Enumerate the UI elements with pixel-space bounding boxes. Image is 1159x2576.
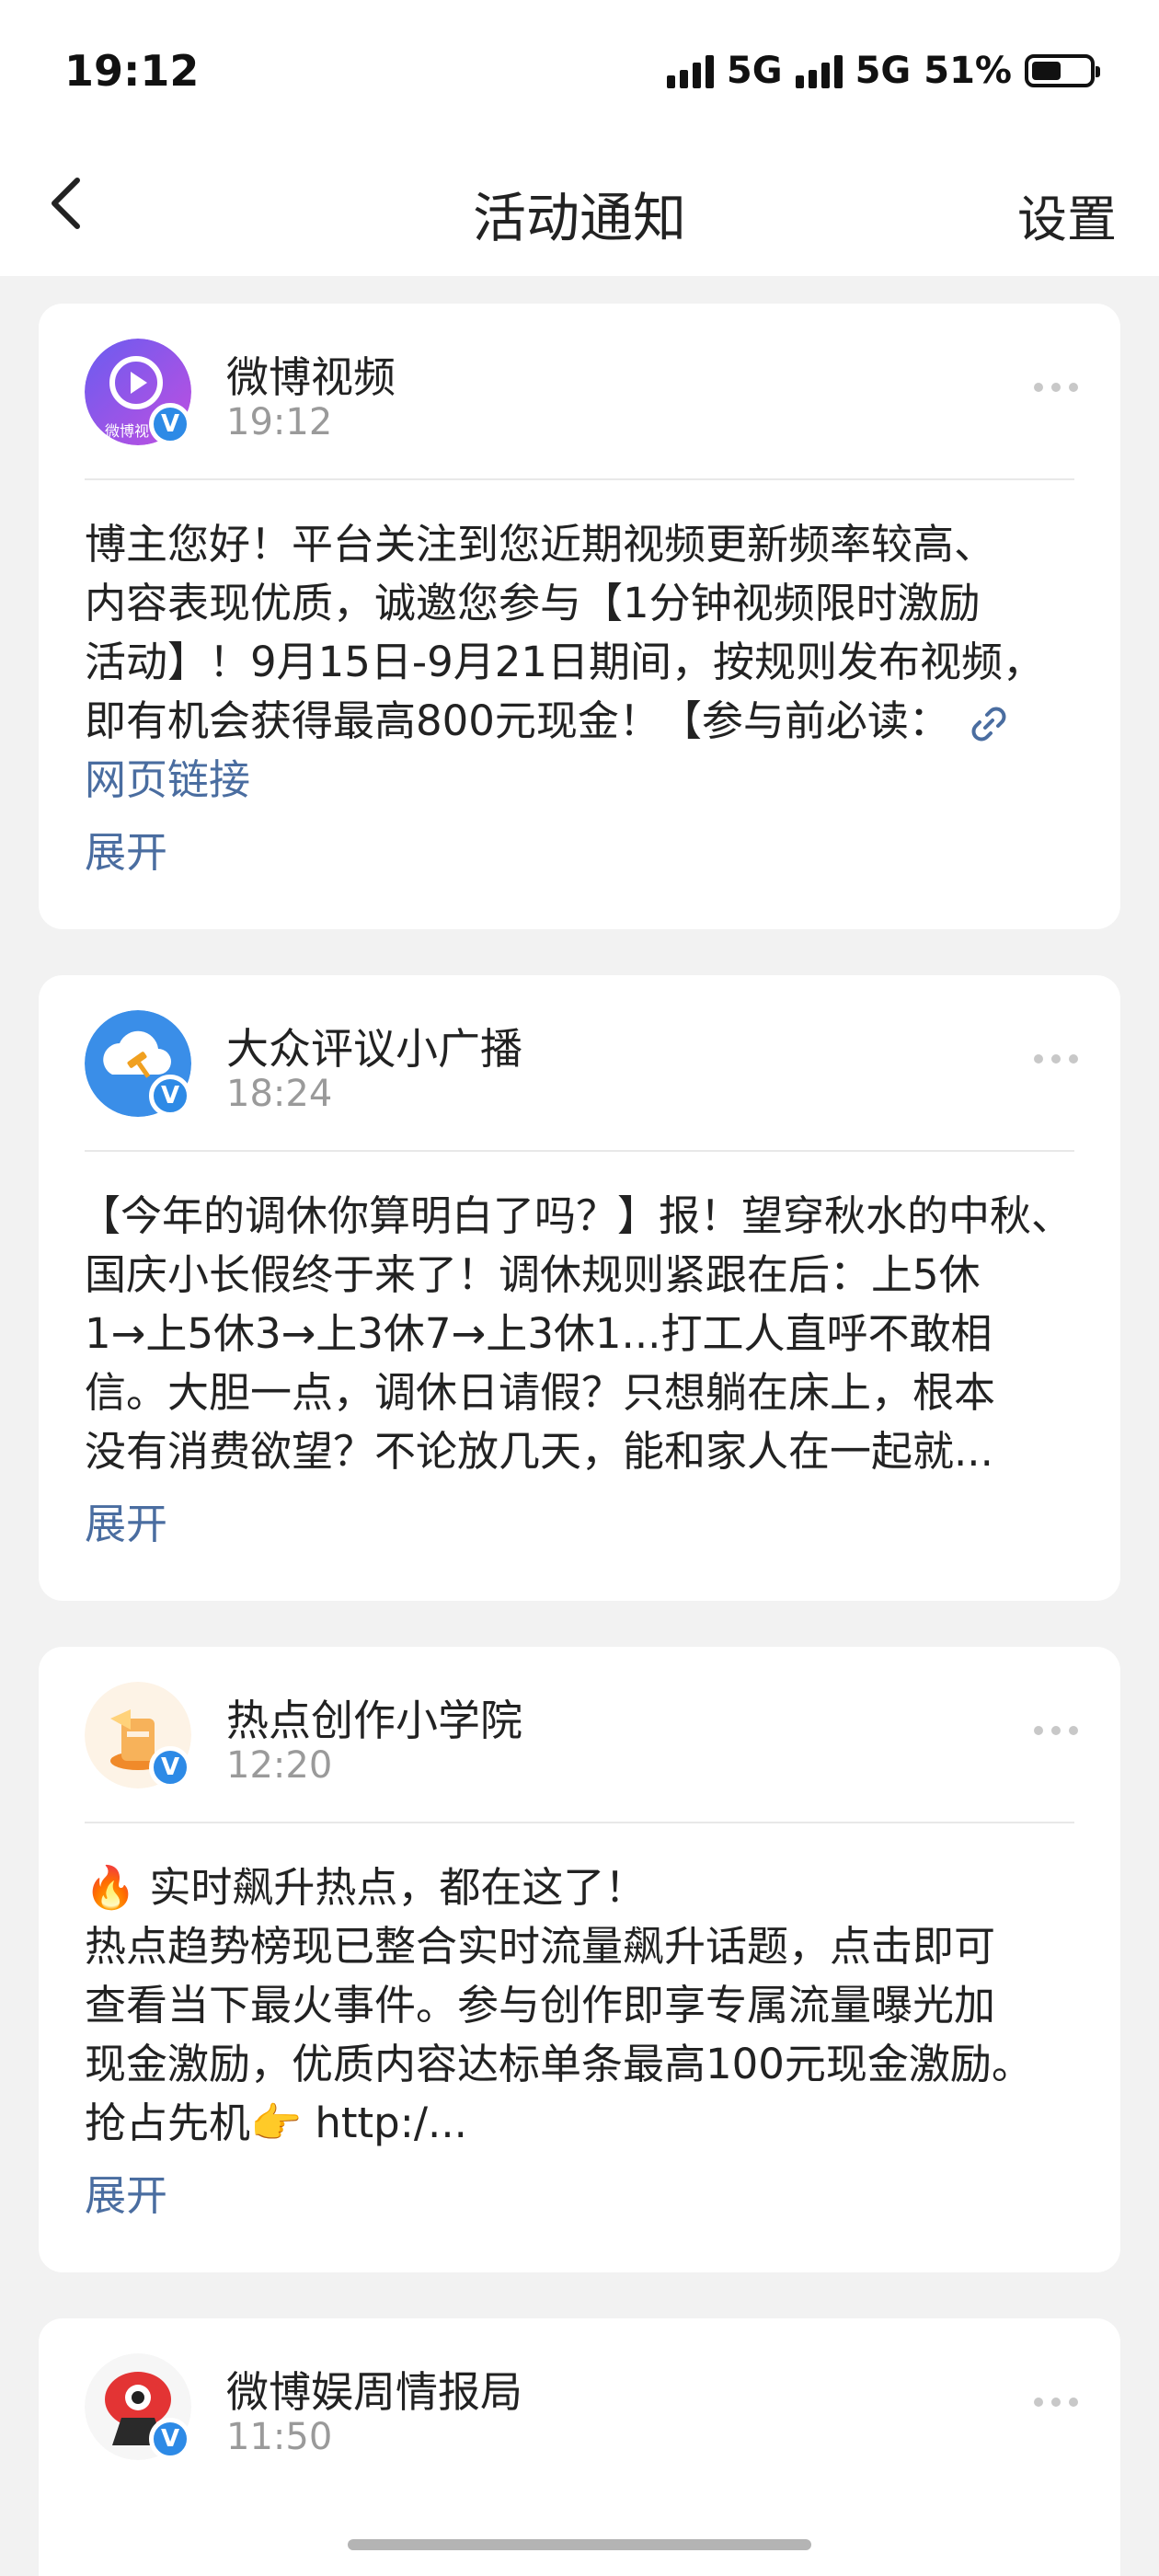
divider xyxy=(85,1150,1074,1152)
timestamp: 11:50 xyxy=(226,2416,333,2458)
verified-badge-icon: V xyxy=(149,1746,191,1788)
message-line: 即有机会获得最高800元现金！【参与前必读： xyxy=(85,696,950,745)
battery-percent: 51% xyxy=(924,50,1012,92)
message-line: 现金激励，优质内容达标单条最高100元现金激励。 xyxy=(85,2040,1033,2088)
status-time: 19:12 xyxy=(64,46,200,96)
expand-button[interactable]: 展开 xyxy=(85,1490,167,1550)
verified-badge-icon: V xyxy=(149,403,191,445)
expand-button[interactable]: 展开 xyxy=(85,819,167,879)
network-label-1: 5G xyxy=(726,50,783,92)
timestamp: 18:24 xyxy=(226,1073,333,1115)
verified-badge-icon: V xyxy=(149,1075,191,1117)
notification-card[interactable]: V 热点创作小学院 12:20 🔥 实时飙升热点，都在这了！ 热点趋势榜现已整合… xyxy=(39,1647,1120,2272)
signal-icon xyxy=(666,53,714,88)
sender-name[interactable]: 微博视频 xyxy=(226,344,396,405)
expand-button[interactable]: 展开 xyxy=(85,2162,167,2222)
more-icon[interactable] xyxy=(1034,1054,1078,1064)
status-bar: 19:12 5G 5G 51% xyxy=(0,0,1159,147)
message-line: 【今年的调休你算明白了吗？】报！望穿秋水的中秋、 xyxy=(79,1191,1073,1240)
sender-name[interactable]: 热点创作小学院 xyxy=(226,1687,522,1748)
battery-fill xyxy=(1032,62,1061,80)
divider xyxy=(85,478,1074,480)
settings-button[interactable]: 设置 xyxy=(1017,178,1117,251)
message-line: 1→上5休3→上3休7→上3休1...打工人直呼不敢相 xyxy=(85,1309,993,1358)
sender-name[interactable]: 微博娱周情报局 xyxy=(226,2359,522,2420)
message-line: 信。大胆一点，调休日请假？只想躺在床上，根本 xyxy=(85,1368,996,1417)
sender-name[interactable]: 大众评议小广播 xyxy=(226,1016,522,1076)
message-line: 热点趋势榜现已整合实时流量飙升话题，点击即可 xyxy=(85,1922,996,1971)
more-icon[interactable] xyxy=(1034,1726,1078,1735)
svg-text:微博视: 微博视 xyxy=(105,422,149,440)
more-icon[interactable] xyxy=(1034,2398,1078,2407)
notification-card[interactable]: 微博视 V 微博视频 19:12 博主您好！平台关注到您近期视频更新频率较高、 … xyxy=(39,304,1120,929)
link-icon[interactable] xyxy=(969,704,1009,744)
message-line: 内容表现优质，诚邀您参与【1分钟视频限时激励 xyxy=(85,579,981,627)
message-line: 国庆小长假终于来了！调休规则紧跟在后：上5休 xyxy=(85,1250,981,1299)
timestamp: 12:20 xyxy=(226,1744,333,1787)
message-line: 没有消费欲望？不论放几天，能和家人在一起就... xyxy=(85,1427,993,1476)
message-line: 🔥 实时飙升热点，都在这了！ xyxy=(85,1863,647,1912)
divider xyxy=(85,1822,1074,1823)
message-body: 【今年的调休你算明白了吗？】报！望穿秋水的中秋、 国庆小长假终于来了！调休规则紧… xyxy=(79,1187,1084,1481)
verified-badge-icon: V xyxy=(149,2418,191,2460)
message-body: 博主您好！平台关注到您近期视频更新频率较高、 内容表现优质，诚邀您参与【1分钟视… xyxy=(85,515,1084,810)
message-line-with-link: 即有机会获得最高800元现金！【参与前必读： xyxy=(85,692,1084,751)
message-line: 抢占先机👉 http:/... xyxy=(85,2099,467,2147)
message-line: 活动】！9月15日-9月21日期间，按规则发布视频， xyxy=(85,638,1045,686)
message-line: 博主您好！平台关注到您近期视频更新频率较高、 xyxy=(85,520,996,569)
status-indicators: 5G 5G 51% xyxy=(666,50,1100,92)
network-label-2: 5G xyxy=(855,50,912,92)
home-indicator[interactable] xyxy=(348,2539,811,2550)
message-body: 🔥 实时飙升热点，都在这了！ 热点趋势榜现已整合实时流量飙升话题，点击即可 查看… xyxy=(85,1858,1084,2153)
notification-card[interactable]: V 微博娱周情报局 11:50 xyxy=(39,2318,1120,2576)
message-line: 查看当下最火事件。参与创作即享专属流量曝光加 xyxy=(85,1981,996,2030)
notification-card[interactable]: V 大众评议小广播 18:24 【今年的调休你算明白了吗？】报！望穿秋水的中秋、… xyxy=(39,975,1120,1601)
signal-icon-2 xyxy=(795,53,843,88)
timestamp: 19:12 xyxy=(226,401,333,443)
page-title: 活动通知 xyxy=(472,187,686,249)
battery-icon xyxy=(1025,54,1100,87)
web-link[interactable]: 网页链接 xyxy=(85,751,1084,810)
more-icon[interactable] xyxy=(1034,383,1078,392)
